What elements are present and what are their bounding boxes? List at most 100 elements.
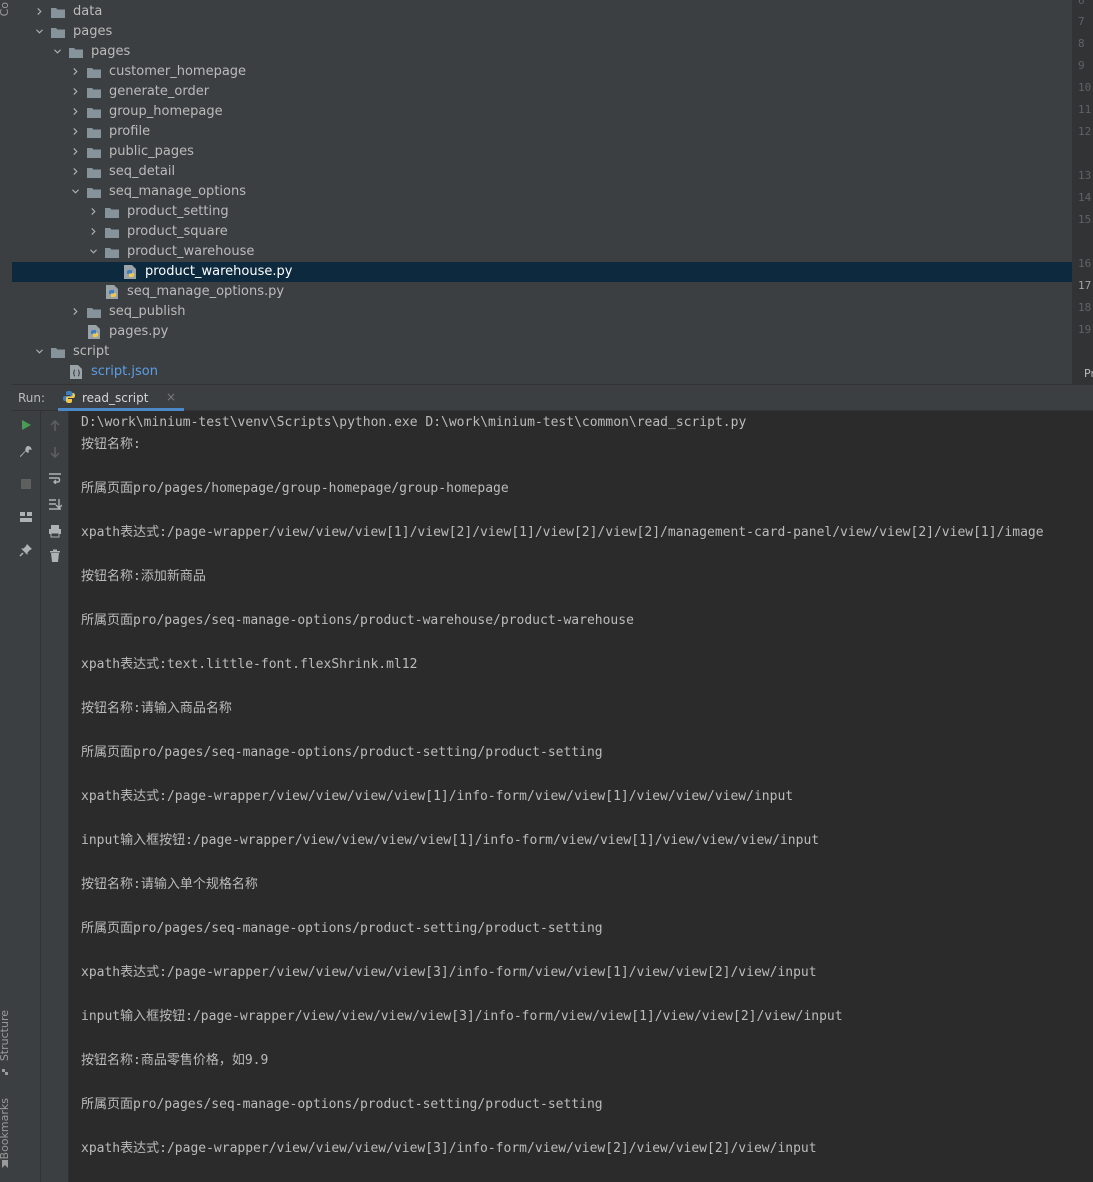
- chevron-down-icon[interactable]: [36, 348, 43, 355]
- tree-folder-row[interactable]: pages: [12, 42, 1072, 62]
- folder-icon: [87, 108, 101, 118]
- console-line: 所属页面pro/pages/homepage/group-homepage/gr…: [81, 481, 509, 496]
- line-number: 16: [1078, 257, 1092, 270]
- chevron-down-icon[interactable]: [90, 248, 97, 255]
- tree-item-label: script.json: [91, 364, 158, 379]
- run-toolbar-secondary: [41, 411, 69, 1182]
- tree-file-row[interactable]: pages.py: [12, 322, 1072, 342]
- tree-folder-row[interactable]: group_homepage: [12, 102, 1072, 122]
- console-output[interactable]: D:\work\minium-test\venv\Scripts\python.…: [69, 411, 1093, 1182]
- tree-folder-row[interactable]: profile: [12, 122, 1072, 142]
- print-button[interactable]: [46, 522, 64, 540]
- tree-file-row[interactable]: seq_manage_options.py: [12, 282, 1072, 302]
- tree-item-label: group_homepage: [109, 104, 223, 119]
- structure-icon[interactable]: [1, 1068, 9, 1076]
- scroll-to-end-button[interactable]: [46, 495, 64, 513]
- layout-button[interactable]: [17, 508, 35, 526]
- tree-item-label: product_warehouse.py: [145, 264, 293, 279]
- python-file-icon: [106, 285, 118, 299]
- bookmark-icon[interactable]: [1, 1160, 9, 1168]
- chevron-down-icon[interactable]: [72, 188, 79, 195]
- console-line: 按钮名称:: [81, 437, 141, 452]
- folder-icon: [87, 128, 101, 138]
- console-line: D:\work\minium-test\venv\Scripts\python.…: [81, 415, 747, 430]
- line-number: 13: [1078, 169, 1092, 182]
- pin-icon: [19, 544, 32, 557]
- console-line: xpath表达式:/page-wrapper/view/view/view/vi…: [81, 1141, 817, 1156]
- tree-folder-row[interactable]: customer_homepage: [12, 62, 1072, 82]
- chevron-right-icon[interactable]: [72, 88, 79, 95]
- tree-item-label: script: [73, 344, 110, 359]
- tree-folder-row[interactable]: public_pages: [12, 142, 1072, 162]
- tree-item-label: pages.py: [109, 324, 169, 339]
- folder-icon: [87, 148, 101, 158]
- arrow-down-icon: [50, 447, 60, 458]
- python-file-icon: [88, 325, 100, 339]
- clear-all-button[interactable]: [46, 547, 64, 565]
- scroll-down-button[interactable]: [46, 443, 64, 461]
- tree-file-row[interactable]: product_warehouse.py: [12, 262, 1072, 282]
- console-line: input输入框按钮:/page-wrapper/view/view/view/…: [81, 833, 820, 848]
- stop-button[interactable]: [17, 475, 35, 493]
- chevron-right-icon[interactable]: [72, 168, 79, 175]
- line-number: 9: [1078, 59, 1085, 72]
- line-number: 17: [1078, 279, 1092, 292]
- bookmarks-tool-tab[interactable]: Bookmarks: [0, 1098, 11, 1159]
- chevron-down-icon[interactable]: [36, 28, 43, 35]
- tree-item-label: pages: [73, 24, 113, 39]
- tree-item-label: customer_homepage: [109, 64, 247, 79]
- tree-file-row[interactable]: script.json: [12, 362, 1072, 382]
- chevron-right-icon[interactable]: [72, 68, 79, 75]
- console-line: 所属页面pro/pages/seq-manage-options/product…: [81, 921, 603, 936]
- tree-folder-row[interactable]: seq_manage_options: [12, 182, 1072, 202]
- tree-item-label: data: [73, 4, 103, 19]
- run-tab-read-script[interactable]: read_script ×: [58, 385, 184, 411]
- tree-folder-row[interactable]: product_square: [12, 222, 1072, 242]
- scroll-up-button[interactable]: [46, 417, 64, 435]
- chevron-right-icon[interactable]: [90, 228, 97, 235]
- chevron-right-icon[interactable]: [72, 108, 79, 115]
- trash-icon: [50, 549, 60, 562]
- tree-item-label: generate_order: [109, 84, 210, 99]
- line-number: 18: [1078, 301, 1092, 314]
- folder-icon: [87, 308, 101, 318]
- arrow-up-icon: [50, 420, 60, 431]
- chevron-right-icon[interactable]: [36, 8, 43, 15]
- edit-configuration-button[interactable]: [17, 443, 35, 461]
- editor-gutter: Pr 6 7 8 9 10 11 12 13 14 15 16 17 18 19: [1072, 0, 1093, 384]
- chevron-down-icon[interactable]: [54, 48, 61, 55]
- folder-icon: [51, 8, 65, 18]
- line-number: 11: [1078, 103, 1092, 116]
- tree-folder-row[interactable]: seq_publish: [12, 302, 1072, 322]
- tree-folder-row[interactable]: data: [12, 2, 1072, 22]
- tree-folder-row[interactable]: seq_detail: [12, 162, 1072, 182]
- tree-item-label: seq_detail: [109, 164, 176, 179]
- soft-wrap-button[interactable]: [46, 469, 64, 487]
- tree-folder-row[interactable]: pages: [12, 22, 1072, 42]
- structure-tool-tab[interactable]: Structure: [0, 1010, 11, 1061]
- chevron-right-icon[interactable]: [72, 308, 79, 315]
- console-line: 所属页面pro/pages/seq-manage-options/product…: [81, 1097, 603, 1112]
- line-number: 12: [1078, 125, 1092, 138]
- chevron-right-icon[interactable]: [90, 208, 97, 215]
- tree-folder-row[interactable]: script: [12, 342, 1072, 362]
- chevron-right-icon[interactable]: [72, 128, 79, 135]
- tree-folder-row[interactable]: product_warehouse: [12, 242, 1072, 262]
- python-icon: [63, 391, 75, 403]
- line-number: 8: [1078, 37, 1085, 50]
- wrench-icon: [20, 446, 32, 457]
- scroll-end-icon: [49, 499, 62, 510]
- chevron-right-icon[interactable]: [72, 148, 79, 155]
- line-number: 15: [1078, 213, 1092, 226]
- tree-folder-row[interactable]: generate_order: [12, 82, 1072, 102]
- line-number: 10: [1078, 81, 1092, 94]
- folder-icon: [105, 228, 119, 238]
- console-line: input输入框按钮:/page-wrapper/view/view/view/…: [81, 1009, 843, 1024]
- python-file-icon: [124, 265, 136, 279]
- pin-tab-button[interactable]: [17, 541, 35, 559]
- rerun-button[interactable]: [17, 416, 35, 434]
- close-tab-icon[interactable]: ×: [166, 390, 176, 404]
- commit-tool-tab[interactable]: Co: [0, 2, 11, 16]
- project-tree: data pages pages customer_homepage generate_…: [12, 0, 1072, 384]
- tree-folder-row[interactable]: product_setting: [12, 202, 1072, 222]
